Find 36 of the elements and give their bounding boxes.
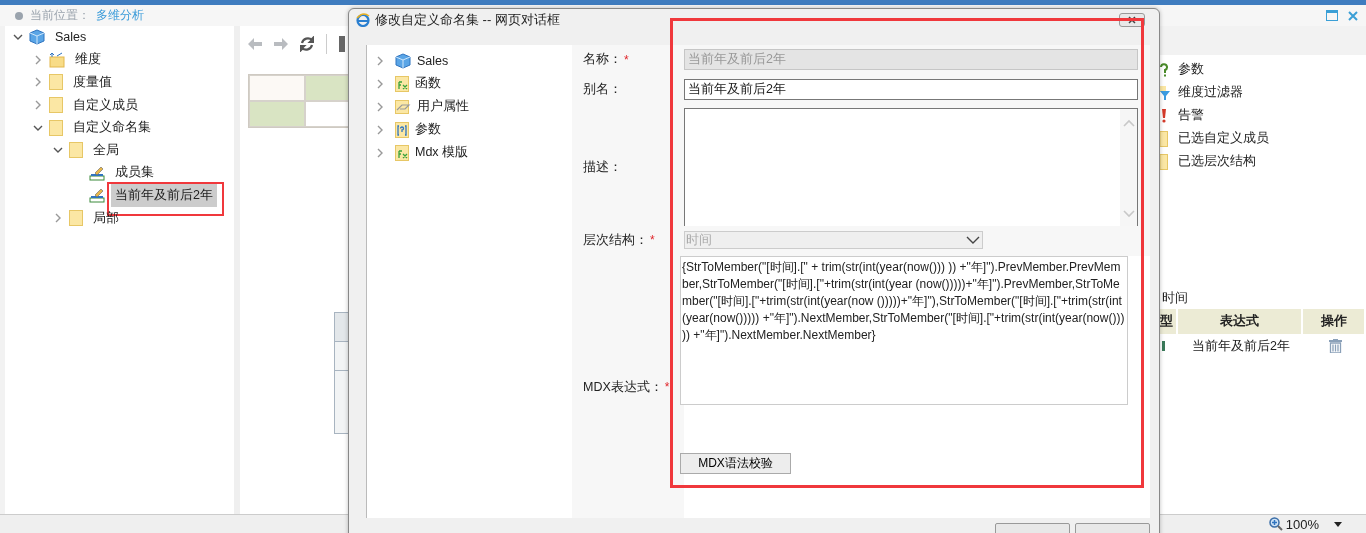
- breadcrumb-label: 当前位置：: [30, 7, 90, 24]
- zoom-level[interactable]: 100%: [1285, 516, 1319, 532]
- mdx-expression-field[interactable]: {StrToMember("[时间].[" + trim(str(int(year(now())) )) +"年]").PrevMember.PrevMember,StrToMember("[时间].["+trim(str(int(year (now()))))+"年]").PrevMember,StrToMember("[时间].["+trim(str(int(year(now ()))))+"年]"),StrToMember("[时间].["+trim(str(int(year(now())))) +"年]").NextMember,StrToMember("[时间].["+trim(str(int(year(now())) )) +"年]").NextMember.NextMember}: [680, 256, 1128, 405]
- tree-item[interactable]: 度量值: [69, 73, 116, 92]
- panel-item[interactable]: 告警: [1178, 107, 1204, 124]
- table-cell-text: 当前年及前后2年: [1191, 337, 1291, 355]
- required-mark: *: [624, 52, 629, 67]
- tree-item[interactable]: Mdx 模版: [415, 144, 469, 161]
- column-header: 表达式: [1177, 309, 1304, 334]
- tree-item[interactable]: 全局: [89, 140, 123, 160]
- panel-item[interactable]: 已选层次结构: [1178, 153, 1256, 170]
- tree-item[interactable]: 当前年及前后2年: [111, 183, 217, 207]
- required-mark: *: [664, 380, 670, 394]
- panel-item[interactable]: 维度过滤器: [1178, 84, 1243, 101]
- column-header: 操作: [1303, 309, 1366, 334]
- panel-item[interactable]: 参数: [1178, 61, 1204, 78]
- field-label: 描述：: [583, 158, 622, 176]
- tree-item[interactable]: Sales: [51, 29, 91, 46]
- tree-item[interactable]: 参数: [415, 121, 441, 138]
- required-mark: *: [650, 233, 655, 247]
- validate-button[interactable]: MDX语法校验: [680, 453, 791, 474]
- tree-item[interactable]: 成员集: [111, 163, 158, 183]
- hierarchy-label: 时间: [1162, 290, 1189, 307]
- field-label: 名称：: [583, 51, 622, 68]
- field-label: 层次结构：: [583, 231, 648, 249]
- field-label: MDX表达式：: [583, 378, 663, 396]
- tree-item[interactable]: Sales: [417, 53, 449, 68]
- alias-field[interactable]: 当前年及前后2年: [684, 79, 1138, 100]
- dialog-title: 修改自定义命名集 -- 网页对话框: [375, 10, 560, 29]
- tree-item[interactable]: 函数: [415, 75, 441, 92]
- tree-item[interactable]: 自定义成员: [69, 95, 142, 115]
- tree-item[interactable]: 用户属性: [417, 98, 469, 115]
- tree-item[interactable]: 自定义命名集: [69, 118, 155, 138]
- panel-item[interactable]: 已选自定义成员: [1178, 130, 1269, 147]
- field-label: 别名：: [583, 81, 622, 98]
- tree-item[interactable]: 维度: [71, 50, 105, 70]
